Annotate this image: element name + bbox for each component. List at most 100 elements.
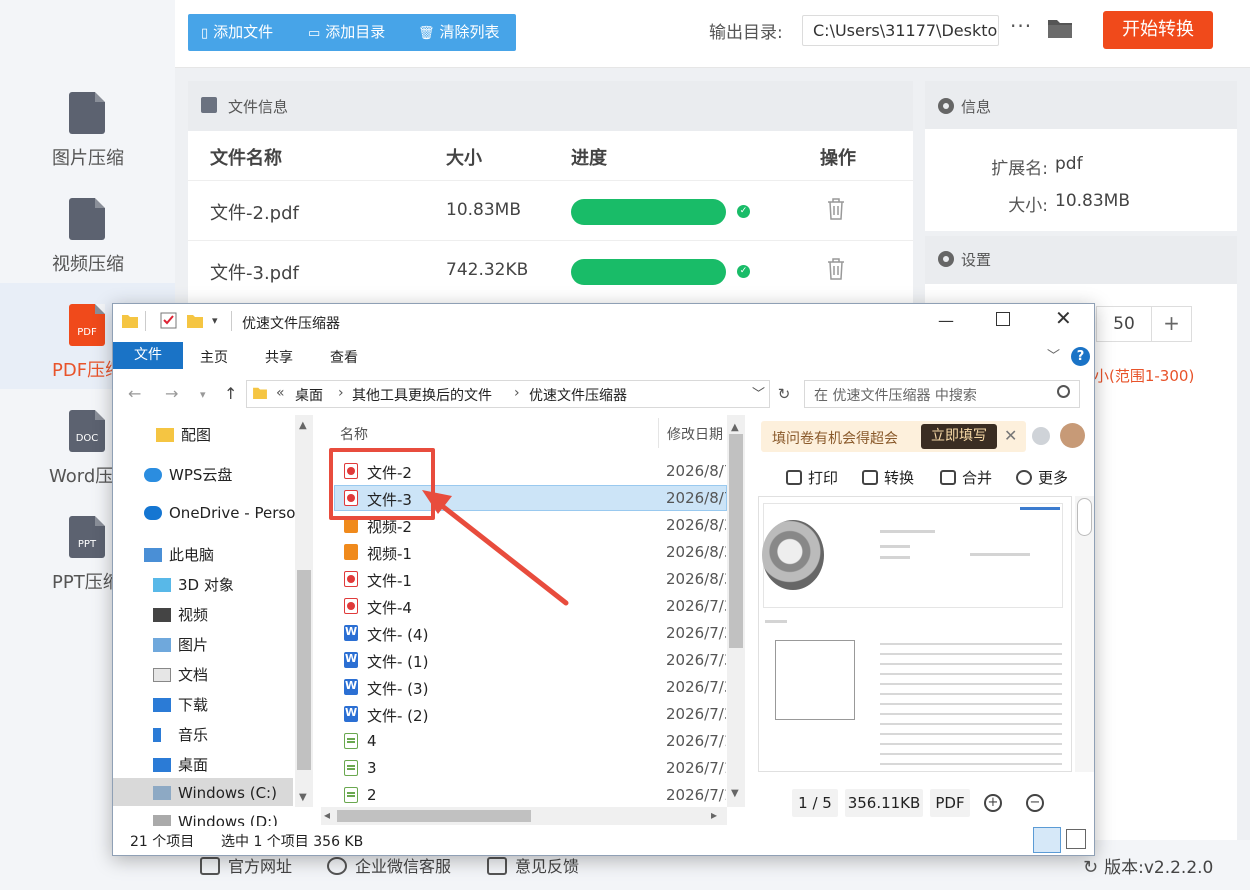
new-folder-icon[interactable]	[187, 313, 203, 328]
list-header-date[interactable]: 修改日期	[667, 424, 727, 444]
chevron-down-icon[interactable]: ﹀	[752, 383, 765, 402]
scroll-up-icon[interactable]: ▲	[299, 420, 307, 431]
quick-access-dropdown-icon[interactable]: ▾	[212, 314, 218, 327]
breadcrumb-overflow[interactable]: «	[276, 385, 285, 401]
tree-item-label: Windows (C:)	[178, 784, 277, 802]
tab-home[interactable]: 主页	[200, 347, 228, 367]
shield-icon[interactable]	[1032, 427, 1050, 445]
add-dir-label: 添加目录	[325, 23, 386, 41]
video-file-icon	[69, 198, 105, 240]
tree-item-this-pc[interactable]: 此电脑	[144, 544, 214, 565]
trash-icon[interactable]	[826, 257, 846, 281]
zoom-out-icon[interactable]: −	[1026, 794, 1044, 812]
minimize-button[interactable]: —	[938, 311, 954, 330]
tree-item-music[interactable]: 音乐	[153, 724, 208, 745]
tree-item-desktop[interactable]: 桌面	[153, 754, 208, 775]
print-button[interactable]: 打印	[786, 467, 838, 488]
tree-item-downloads[interactable]: 下载	[153, 694, 208, 715]
up-button[interactable]: ↑	[224, 384, 237, 403]
list-hscroll-thumb[interactable]	[337, 810, 531, 822]
chevron-down-icon[interactable]: ﹀	[1047, 345, 1060, 364]
increment-button[interactable]: +	[1152, 306, 1192, 342]
website-link[interactable]: 官方网址	[200, 853, 292, 877]
details-view-button[interactable]	[1033, 827, 1061, 853]
wechat-support-link[interactable]: 企业微信客服	[327, 853, 451, 877]
scroll-down-icon[interactable]: ▼	[731, 788, 739, 799]
tree-item-documents[interactable]: 文档	[153, 664, 208, 685]
list-item[interactable]: 3 2026/7/1	[321, 755, 726, 782]
chevron-right-icon[interactable]: ›	[338, 385, 344, 401]
version-info[interactable]: ↻ 版本:v2.2.2.0	[1083, 853, 1213, 878]
tree-item-pictures[interactable]: 图片	[153, 634, 208, 655]
convert-button[interactable]: 转换	[862, 467, 914, 488]
scroll-left-icon[interactable]: ◂	[324, 808, 330, 822]
trash-icon[interactable]	[826, 197, 846, 221]
table-row[interactable]: 文件-3.pdf 742.32KB ✓	[188, 240, 913, 300]
close-icon[interactable]: ✕	[1004, 426, 1017, 445]
chevron-right-icon[interactable]: ›	[514, 385, 520, 401]
tab-file[interactable]: 文件	[113, 342, 183, 369]
tree-item-videos[interactable]: 视频	[153, 604, 208, 625]
list-item[interactable]: 2 2026/7/1	[321, 782, 726, 809]
breadcrumb-folder[interactable]: 其他工具更换后的文件	[352, 385, 492, 405]
refresh-button[interactable]: ↻	[773, 380, 795, 408]
spec-table	[880, 635, 1062, 765]
tree-item-onedrive[interactable]: OneDrive - Person	[144, 504, 305, 522]
clear-list-button[interactable]: 🗑 清除列表	[418, 14, 500, 51]
forward-button[interactable]: →	[165, 384, 178, 403]
preview-scrollbar[interactable]	[1075, 496, 1094, 772]
tab-share[interactable]: 共享	[265, 347, 293, 367]
promo-text: 填问卷有机会得超会	[772, 431, 898, 447]
large-icons-view-button[interactable]	[1066, 829, 1086, 849]
nav-item-image-compress[interactable]: 图片压缩	[0, 90, 175, 170]
more-icon	[1016, 470, 1032, 485]
list-scrollbar-thumb[interactable]	[729, 434, 743, 648]
promo-fill-button[interactable]: 立即填写	[921, 424, 997, 449]
tree-item-3d-objects[interactable]: 3D 对象	[153, 574, 234, 595]
nav-item-video-compress[interactable]: 视频压缩	[0, 196, 175, 276]
start-convert-button[interactable]: 开始转换	[1103, 11, 1213, 49]
scroll-down-icon[interactable]: ▼	[299, 792, 307, 803]
list-item[interactable]: 文件- (3) 2026/7/3	[321, 674, 726, 701]
feedback-link[interactable]: 意见反馈	[487, 853, 579, 877]
list-item[interactable]: 文件- (1) 2026/7/3	[321, 647, 726, 674]
merge-button[interactable]: 合并	[940, 467, 992, 488]
avatar[interactable]	[1060, 423, 1085, 448]
add-file-button[interactable]: ▯ 添加文件	[201, 14, 273, 51]
recent-locations-button[interactable]: ▾	[200, 388, 206, 401]
scroll-up-icon[interactable]: ▲	[731, 422, 739, 433]
tree-item-drive-c[interactable]: Windows (C:)	[153, 784, 277, 802]
tree-item-drive-d[interactable]: Windows (D:)	[153, 813, 278, 826]
maximize-button[interactable]	[996, 312, 1010, 326]
properties-icon[interactable]	[160, 312, 177, 329]
open-folder-icon[interactable]	[1047, 17, 1073, 39]
quality-input[interactable]: 50	[1096, 306, 1152, 342]
breadcrumb-current[interactable]: 优速文件压缩器	[529, 385, 627, 405]
address-bar[interactable]	[246, 380, 770, 408]
list-header-name[interactable]: 名称	[340, 424, 368, 444]
breadcrumb-desktop[interactable]: 桌面	[295, 385, 323, 405]
tab-view[interactable]: 查看	[330, 347, 358, 367]
more-options-button[interactable]: ···	[1010, 14, 1032, 38]
computer-icon	[144, 548, 162, 562]
tree-item-label: 图片	[178, 636, 209, 654]
list-item[interactable]: 文件- (2) 2026/7/3	[321, 701, 726, 728]
list-item-date: 2026/7/3	[666, 597, 726, 615]
preview-scrollbar-thumb[interactable]	[1077, 498, 1092, 536]
output-dir-input[interactable]: C:\Users\31177\Deskto	[802, 15, 999, 46]
column-separator[interactable]	[658, 418, 659, 448]
close-button[interactable]: ✕	[1055, 306, 1072, 330]
scroll-right-icon[interactable]: ▸	[711, 808, 717, 822]
table-row[interactable]: 文件-2.pdf 10.83MB ✓	[188, 180, 913, 240]
add-dir-button[interactable]: ▭ 添加目录	[308, 14, 385, 51]
more-button[interactable]: 更多	[1016, 467, 1068, 488]
tree-item-wps-cloud[interactable]: WPS云盘	[144, 464, 232, 485]
zoom-in-icon[interactable]: +	[984, 794, 1002, 812]
back-button[interactable]: ←	[128, 384, 141, 403]
list-item[interactable]: 文件- (4) 2026/7/3	[321, 620, 726, 647]
tree-item-peitu[interactable]: 配图	[156, 424, 211, 445]
settings-title: 设置	[961, 251, 992, 269]
tree-scrollbar-thumb[interactable]	[297, 570, 311, 770]
list-item[interactable]: 4 2026/7/1	[321, 728, 726, 755]
help-icon[interactable]: ?	[1071, 347, 1090, 366]
